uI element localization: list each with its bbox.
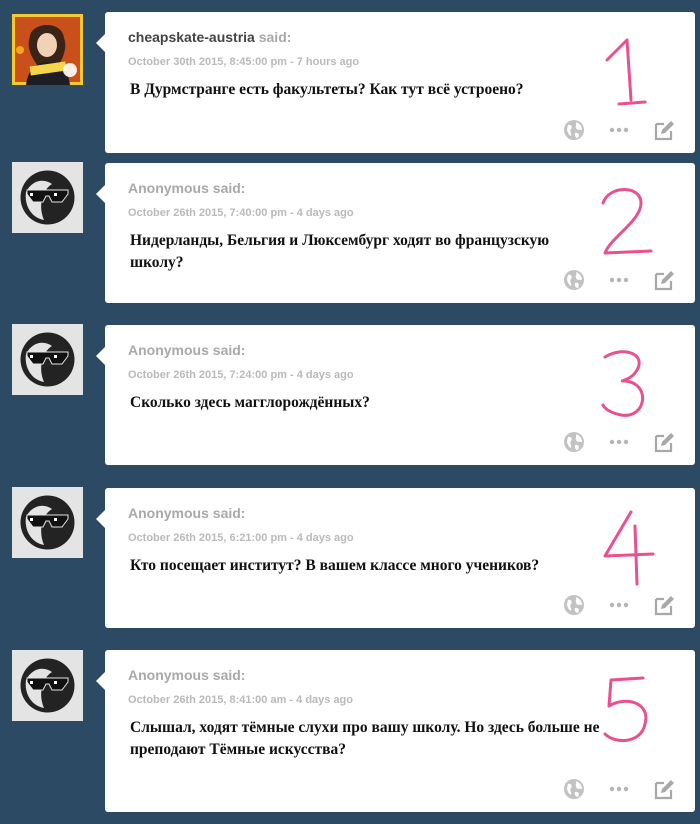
post-date: October 26th 2015, 7:40:00 pm bbox=[128, 207, 287, 219]
ask-card: Anonymous said: October 26th 2015, 6:21:0… bbox=[96, 488, 695, 628]
post-date: October 30th 2015, 8:45:00 pm bbox=[128, 56, 287, 68]
post-date: October 26th 2015, 7:24:00 pm bbox=[128, 369, 287, 381]
meta-separator: - bbox=[286, 56, 297, 68]
asker-name: Anonymous bbox=[128, 505, 209, 521]
number-1-drawing bbox=[605, 38, 647, 106]
asker-line: Anonymous said: bbox=[128, 667, 245, 683]
asker-line: Anonymous said: bbox=[128, 505, 245, 521]
more-icon[interactable] bbox=[608, 119, 630, 141]
more-icon[interactable] bbox=[608, 594, 630, 616]
asker-name: Anonymous bbox=[128, 667, 209, 683]
edit-icon[interactable] bbox=[653, 594, 675, 616]
globe-icon[interactable] bbox=[563, 119, 585, 141]
asker-name: Anonymous bbox=[128, 342, 209, 358]
ask-card: Anonymous said: October 26th 2015, 7:24:0… bbox=[96, 325, 695, 465]
anonymous-avatar[interactable] bbox=[12, 162, 83, 233]
asker-line: Anonymous said: bbox=[128, 342, 245, 358]
meta-separator: - bbox=[286, 207, 297, 219]
edit-icon[interactable] bbox=[653, 431, 675, 453]
handwritten-number bbox=[595, 30, 665, 110]
anonymous-avatar[interactable] bbox=[12, 487, 83, 558]
anonymous-avatar[interactable] bbox=[12, 650, 83, 721]
question-text: Кто посещает институт? В вашем классе мн… bbox=[130, 557, 540, 574]
anonymous-avatar[interactable] bbox=[12, 324, 83, 395]
number-4-drawing bbox=[603, 510, 655, 586]
more-icon[interactable] bbox=[608, 431, 630, 453]
asker-line: cheapskate-austria said: bbox=[128, 29, 291, 45]
question-text: Сколько здесь магглорождённых? bbox=[130, 394, 370, 411]
user-avatar[interactable] bbox=[12, 14, 83, 85]
meta-separator: - bbox=[286, 369, 297, 381]
post-actions bbox=[563, 431, 675, 453]
handwritten-number bbox=[595, 181, 665, 261]
handwritten-number bbox=[595, 343, 665, 423]
edit-icon[interactable] bbox=[653, 269, 675, 291]
asker-line: Anonymous said: bbox=[128, 180, 245, 196]
post-relative-time: 4 days ago bbox=[296, 532, 354, 544]
globe-icon[interactable] bbox=[563, 778, 585, 800]
meta-separator: - bbox=[286, 694, 297, 706]
number-3-drawing bbox=[601, 350, 644, 417]
question-text: В Дурмстранге есть факультеты? Как тут в… bbox=[130, 81, 524, 98]
post-relative-time: 7 hours ago bbox=[296, 56, 360, 68]
post-relative-time: 4 days ago bbox=[296, 207, 354, 219]
globe-icon[interactable] bbox=[563, 594, 585, 616]
post-relative-time: 4 days ago bbox=[296, 369, 354, 381]
question-text: Нидерланды, Бельгия и Люксембург ходят в… bbox=[130, 232, 550, 271]
post-timestamp: October 30th 2015, 8:45:00 pm - 7 hours … bbox=[128, 56, 359, 68]
post-actions bbox=[563, 778, 675, 800]
question-text: Слышал, ходят тёмные слухи про вашу школ… bbox=[130, 719, 600, 758]
asker-name[interactable]: cheapskate-austria bbox=[128, 29, 255, 45]
said-label: said: bbox=[208, 180, 246, 196]
said-label: said: bbox=[208, 667, 246, 683]
post-timestamp: October 26th 2015, 7:24:00 pm - 4 days a… bbox=[128, 369, 354, 381]
globe-icon[interactable] bbox=[563, 269, 585, 291]
post-timestamp: October 26th 2015, 7:40:00 pm - 4 days a… bbox=[128, 207, 354, 219]
post-timestamp: October 26th 2015, 8:41:00 am - 4 days a… bbox=[128, 694, 353, 706]
number-5-drawing bbox=[603, 676, 648, 743]
ask-card: Anonymous said: October 26th 2015, 8:41:0… bbox=[96, 650, 695, 812]
more-icon[interactable] bbox=[608, 269, 630, 291]
handwritten-number bbox=[595, 668, 665, 748]
handwritten-number bbox=[595, 506, 665, 586]
edit-icon[interactable] bbox=[653, 119, 675, 141]
asker-name: Anonymous bbox=[128, 180, 209, 196]
number-2-drawing bbox=[601, 188, 653, 255]
said-label: said: bbox=[254, 29, 292, 45]
post-actions bbox=[563, 594, 675, 616]
edit-icon[interactable] bbox=[653, 778, 675, 800]
meta-separator: - bbox=[286, 532, 297, 544]
post-actions bbox=[563, 119, 675, 141]
more-icon[interactable] bbox=[608, 778, 630, 800]
post-date: October 26th 2015, 6:21:00 pm bbox=[128, 532, 287, 544]
post-timestamp: October 26th 2015, 6:21:00 pm - 4 days a… bbox=[128, 532, 354, 544]
said-label: said: bbox=[208, 505, 246, 521]
ask-card: cheapskate-austria said: October 30th 201… bbox=[96, 12, 695, 153]
post-relative-time: 4 days ago bbox=[296, 694, 353, 706]
globe-icon[interactable] bbox=[563, 431, 585, 453]
post-date: October 26th 2015, 8:41:00 am bbox=[128, 694, 287, 706]
ask-card: Anonymous said: October 26th 2015, 7:40:0… bbox=[96, 163, 695, 303]
said-label: said: bbox=[208, 342, 246, 358]
post-actions bbox=[563, 269, 675, 291]
